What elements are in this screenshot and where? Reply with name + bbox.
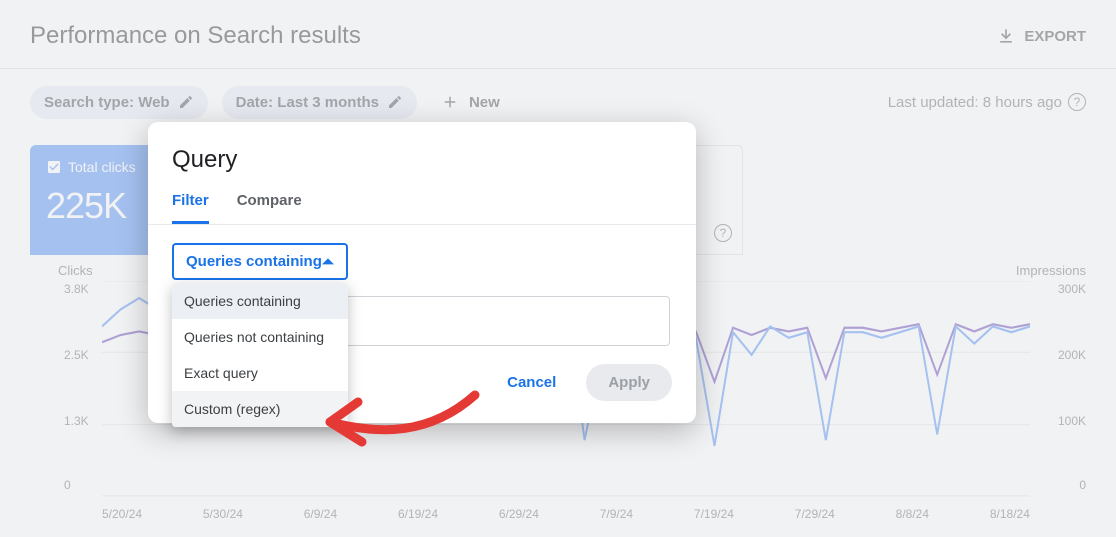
y-right-tick: 100K [1058, 414, 1086, 428]
export-label: EXPORT [1024, 28, 1086, 45]
tab-filter[interactable]: Filter [172, 192, 209, 224]
x-tick: 7/19/24 [694, 507, 734, 521]
pencil-icon [178, 94, 194, 110]
option-custom-regex[interactable]: Custom (regex) [172, 391, 348, 427]
x-tick: 6/29/24 [499, 507, 539, 521]
x-tick: 5/20/24 [102, 507, 142, 521]
x-tick: 8/18/24 [990, 507, 1030, 521]
filter-chip-search-type[interactable]: Search type: Web [30, 86, 208, 119]
option-exact-query[interactable]: Exact query [172, 355, 348, 391]
y-left-tick: 3.8K [64, 282, 89, 296]
x-tick: 7/29/24 [795, 507, 835, 521]
x-tick: 7/9/24 [600, 507, 633, 521]
query-match-select[interactable]: Queries containing [172, 243, 348, 280]
y-left-tick: 2.5K [64, 348, 89, 362]
query-filter-modal: Query Filter Compare Queries containing … [148, 122, 696, 423]
y-right-tick: 200K [1058, 348, 1086, 362]
tab-compare[interactable]: Compare [237, 192, 302, 224]
y-right-tick: 0 [1079, 478, 1086, 492]
metric-label: Total clicks [68, 159, 136, 175]
pencil-icon [387, 94, 403, 110]
chevron-up-icon [322, 256, 334, 268]
y-left-label: Clicks [58, 263, 93, 278]
plus-icon [441, 93, 459, 111]
y-left-tick: 0 [64, 478, 71, 492]
select-value: Queries containing [186, 253, 322, 270]
filter-chip-date[interactable]: Date: Last 3 months [222, 86, 417, 119]
x-tick: 5/30/24 [203, 507, 243, 521]
modal-tabs: Filter Compare [148, 192, 696, 225]
download-icon [996, 26, 1016, 46]
cancel-button[interactable]: Cancel [497, 366, 566, 399]
option-queries-containing[interactable]: Queries containing [172, 283, 348, 319]
export-button[interactable]: EXPORT [996, 26, 1086, 46]
x-tick: 8/8/24 [896, 507, 929, 521]
last-updated-text: Last updated: 8 hours ago [888, 94, 1062, 111]
help-icon[interactable]: ? [1068, 93, 1086, 111]
chip-label: Search type: Web [44, 94, 170, 111]
y-right-tick: 300K [1058, 282, 1086, 296]
query-match-dropdown: Queries containing Queries not containin… [172, 283, 348, 427]
help-icon[interactable]: ? [714, 224, 732, 242]
new-label: New [469, 94, 500, 111]
y-left-tick: 1.3K [64, 414, 89, 428]
page-title: Performance on Search results [30, 22, 361, 50]
modal-title: Query [148, 146, 696, 174]
add-filter-button[interactable]: New [431, 85, 510, 119]
x-tick: 6/19/24 [398, 507, 438, 521]
last-updated: Last updated: 8 hours ago ? [888, 93, 1086, 111]
checkbox-checked-icon [46, 159, 62, 175]
chip-label: Date: Last 3 months [236, 94, 379, 111]
y-right-label: Impressions [1016, 263, 1086, 278]
x-tick: 6/9/24 [304, 507, 337, 521]
apply-button[interactable]: Apply [586, 364, 672, 401]
option-queries-not-containing[interactable]: Queries not containing [172, 319, 348, 355]
